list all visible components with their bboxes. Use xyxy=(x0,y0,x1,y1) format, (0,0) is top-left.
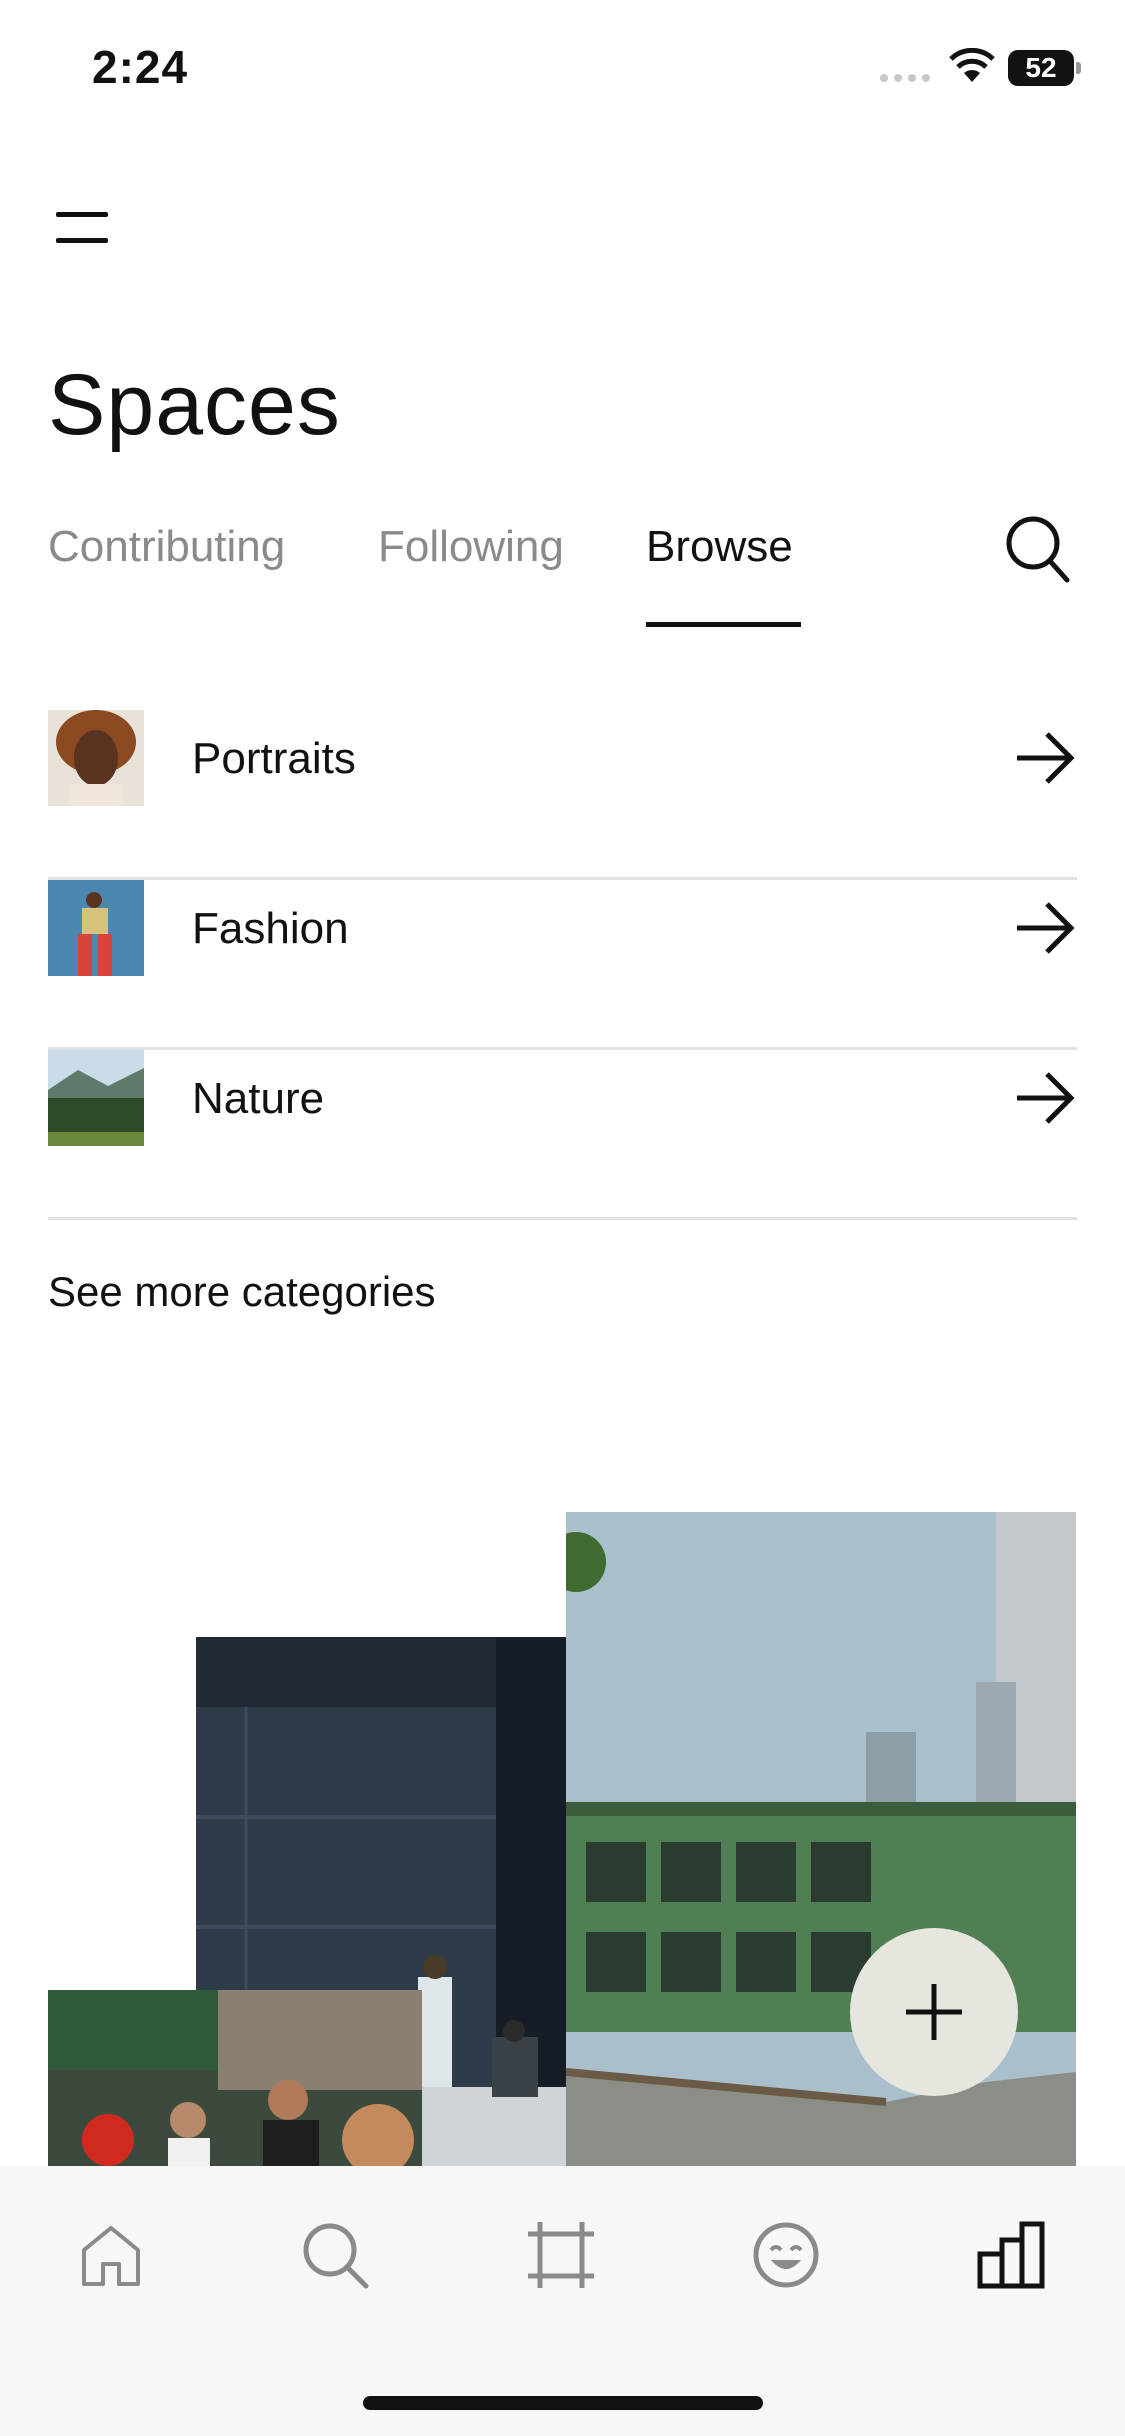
nav-emoji[interactable] xyxy=(741,2210,831,2300)
nature-thumbnail xyxy=(48,1050,144,1146)
nav-search[interactable] xyxy=(290,2210,380,2300)
home-indicator xyxy=(363,2396,763,2410)
search-icon xyxy=(1006,516,1070,583)
home-icon xyxy=(82,2226,140,2286)
cellular-signal-icon xyxy=(880,74,930,82)
nav-crop[interactable] xyxy=(516,2210,606,2300)
tab-following[interactable]: Following xyxy=(378,522,564,572)
smiley-icon xyxy=(753,2222,819,2288)
battery-icon: 52 xyxy=(1008,50,1074,86)
divider xyxy=(48,1217,1077,1220)
category-label: Nature xyxy=(192,1074,325,1123)
photo-street-crowd[interactable] xyxy=(48,1990,422,2167)
tab-browse[interactable]: Browse xyxy=(646,522,793,572)
photo-green-building[interactable] xyxy=(566,1512,1076,2167)
wifi-icon xyxy=(948,47,996,89)
battery-tip xyxy=(1076,62,1081,74)
plus-icon xyxy=(906,1984,962,2040)
fashion-thumbnail xyxy=(48,880,144,976)
nav-home[interactable] xyxy=(66,2210,156,2300)
crop-icon xyxy=(528,2222,594,2288)
arrow-right-icon xyxy=(1013,730,1077,791)
category-row-nature[interactable]: Nature xyxy=(48,1050,1077,1220)
portraits-thumbnail xyxy=(48,710,144,806)
search-button[interactable] xyxy=(1004,514,1070,584)
search-icon xyxy=(303,2223,369,2289)
category-row-fashion[interactable]: Fashion xyxy=(48,880,1077,1050)
tab-active-indicator xyxy=(646,622,801,627)
menu-icon xyxy=(56,212,108,217)
tab-contributing[interactable]: Contributing xyxy=(48,522,285,572)
category-label: Fashion xyxy=(192,904,349,953)
add-button[interactable] xyxy=(850,1928,1018,2096)
menu-icon-line xyxy=(56,238,108,243)
category-row-portraits[interactable]: Portraits xyxy=(48,710,1077,880)
arrow-right-icon xyxy=(1013,900,1077,961)
arrow-right-icon xyxy=(1013,1070,1077,1131)
status-time: 2:24 xyxy=(92,41,189,93)
see-more-categories-link[interactable]: See more categories xyxy=(48,1268,436,1316)
page-title: Spaces xyxy=(48,357,341,453)
spaces-icon xyxy=(977,2221,1045,2289)
category-label: Portraits xyxy=(192,734,356,783)
menu-button[interactable] xyxy=(52,208,112,248)
nav-spaces[interactable] xyxy=(966,2210,1056,2300)
